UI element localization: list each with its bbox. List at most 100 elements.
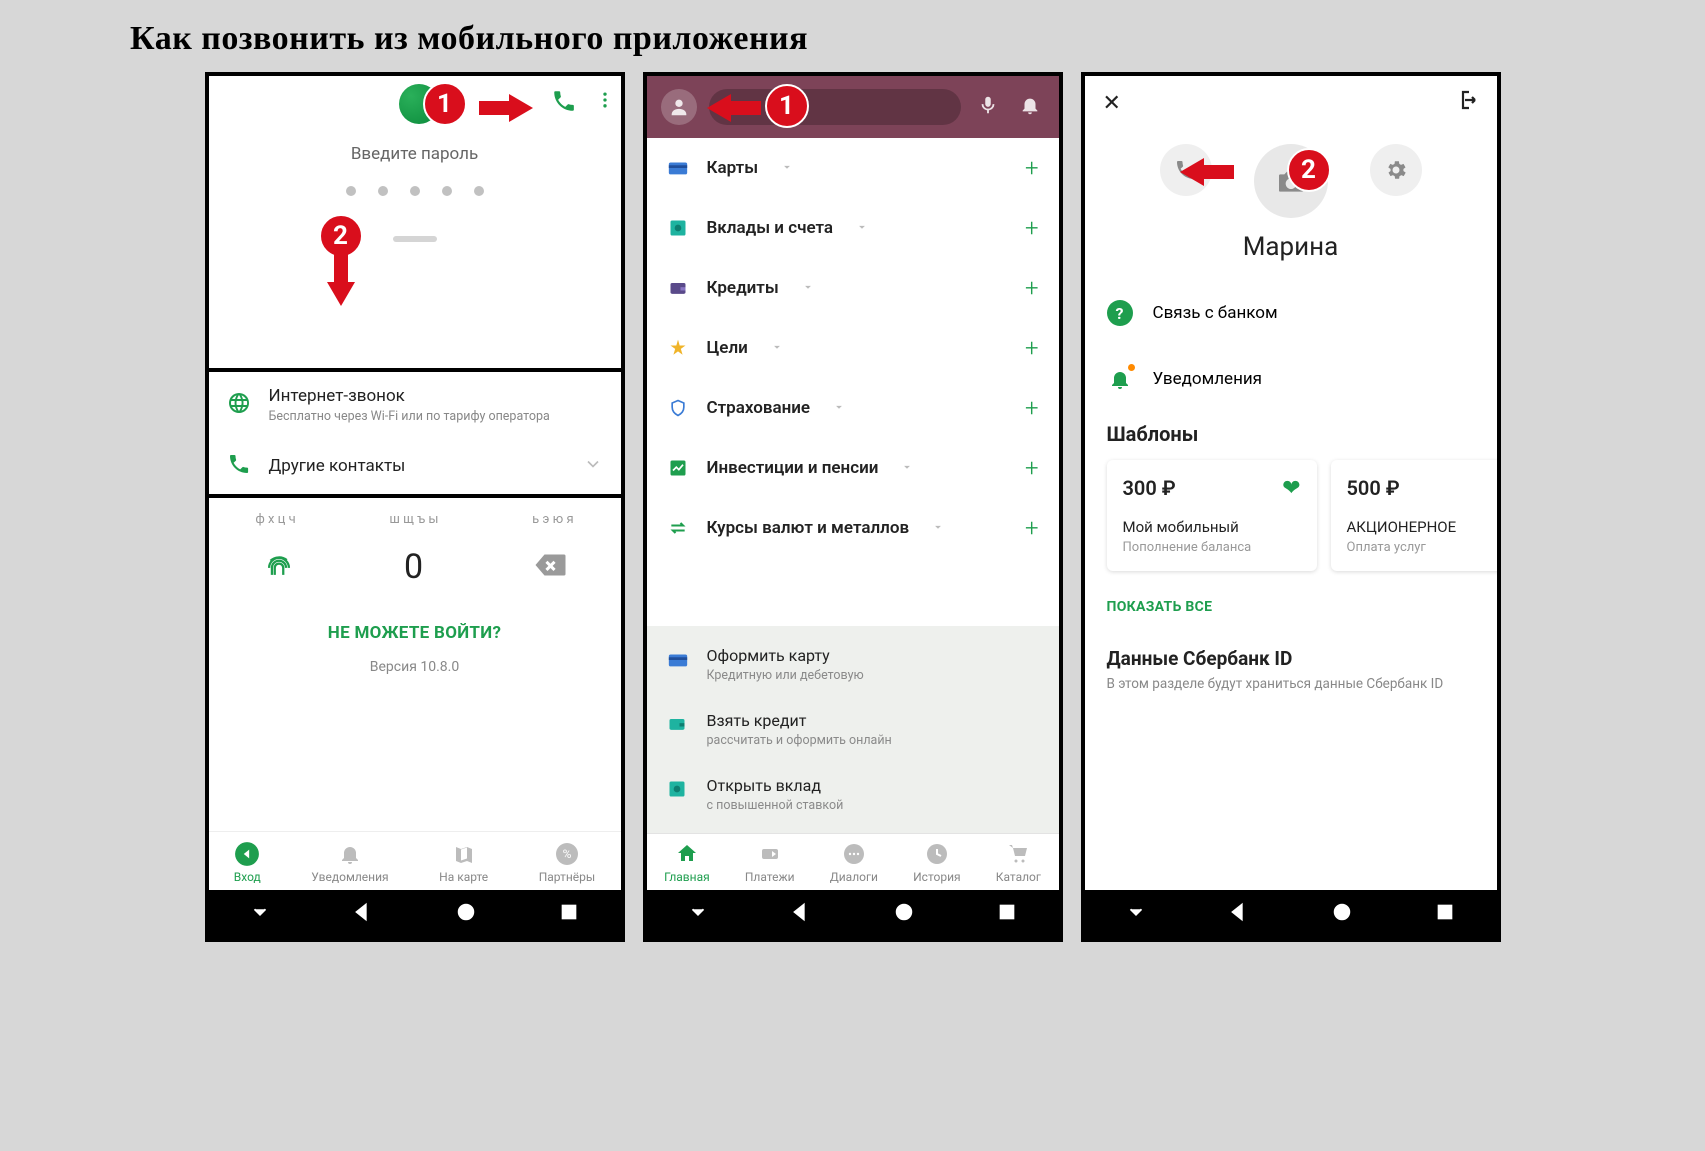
mic-icon[interactable] <box>973 90 1003 124</box>
annotation-badge-2: 2 <box>1287 148 1331 192</box>
offer-subtitle: рассчитать и оформить онлайн <box>707 733 892 748</box>
template-amount: 300 ₽ <box>1123 476 1301 500</box>
star-icon <box>667 338 689 358</box>
contact-bank-label: Связь с банком <box>1153 303 1278 323</box>
nav-back-icon[interactable] <box>352 901 374 927</box>
templates-heading: Шаблоны <box>1085 412 1497 456</box>
chevron-down-icon <box>931 519 945 538</box>
template-title: Мой мобильный <box>1123 518 1301 536</box>
section-cards[interactable]: Карты + <box>647 138 1059 198</box>
more-icon[interactable] <box>595 90 615 110</box>
chat-icon <box>842 842 866 866</box>
section-safe[interactable]: Вклады и счета + <box>647 198 1059 258</box>
notifications-row[interactable]: Уведомления <box>1085 346 1497 412</box>
fingerprint-icon[interactable] <box>262 548 296 586</box>
section-star[interactable]: Цели + <box>647 318 1059 378</box>
add-icon[interactable]: + <box>1025 274 1039 302</box>
section-label: Инвестиции и пенсии <box>707 458 879 478</box>
tab-notifications[interactable]: Уведомления <box>311 842 388 884</box>
nav-chevron-icon[interactable] <box>687 901 709 927</box>
section-swap[interactable]: Курсы валют и металлов + <box>647 498 1059 558</box>
other-contacts-label: Другие контакты <box>269 456 565 476</box>
internet-call-option[interactable]: Интернет-звонок Бесплатно через Wi-Fi ил… <box>209 372 621 438</box>
tab-on-map[interactable]: На карте <box>439 842 488 884</box>
heart-icon[interactable]: ❤ <box>1282 476 1300 501</box>
nav-home-icon[interactable] <box>1331 901 1353 927</box>
phone-icon[interactable] <box>551 88 577 114</box>
nav-back-icon[interactable] <box>790 901 812 927</box>
tab-home[interactable]: Главная <box>664 842 710 884</box>
template-subtitle: Оплата услуг <box>1347 540 1501 555</box>
tab-partners[interactable]: % Партнёры <box>539 842 595 884</box>
cart-icon <box>1006 842 1030 866</box>
annotation-arrow-left <box>707 94 731 122</box>
template-amount: 500 ₽ <box>1347 476 1501 500</box>
chevron-down-icon <box>855 219 869 238</box>
add-icon[interactable]: + <box>1025 454 1039 482</box>
keyboard-hint-row: ф х ц ч ш щ ъ ы ь э ю я <box>209 512 621 527</box>
screen-2-home: 1 Карты + Вклады и счета + Кредиты + Цел… <box>643 72 1063 942</box>
template-card[interactable]: ❤ 500 ₽ АКЦИОНЕРНОЕ Оплата услуг <box>1331 460 1501 571</box>
safe-icon <box>667 218 689 238</box>
bell-icon[interactable] <box>1015 90 1045 124</box>
sber-id-section[interactable]: Данные Сбербанк ID В этом разделе будут … <box>1085 625 1497 700</box>
sheet-handle[interactable] <box>393 236 437 242</box>
settings-action[interactable] <box>1370 144 1422 196</box>
offer-title: Взять кредит <box>707 711 892 730</box>
bell-icon <box>1107 366 1133 392</box>
add-icon[interactable]: + <box>1025 214 1039 242</box>
logout-icon[interactable] <box>1455 88 1479 118</box>
close-icon[interactable]: ✕ <box>1103 91 1121 116</box>
add-icon[interactable]: + <box>1025 154 1039 182</box>
cant-login-link[interactable]: НЕ МОЖЕТЕ ВОЙТИ? <box>209 623 621 643</box>
nav-recent-icon[interactable] <box>1434 901 1456 927</box>
section-chart[interactable]: Инвестиции и пенсии + <box>647 438 1059 498</box>
offer-subtitle: с повышенной ставкой <box>707 798 844 813</box>
phone-icon <box>227 452 251 480</box>
nav-back-icon[interactable] <box>1228 901 1250 927</box>
add-icon[interactable]: + <box>1025 394 1039 422</box>
show-all-link[interactable]: ПОКАЗАТЬ ВСЕ <box>1085 589 1497 625</box>
backspace-icon[interactable] <box>531 547 567 587</box>
nav-home-icon[interactable] <box>893 901 915 927</box>
tab-history[interactable]: История <box>913 842 960 884</box>
key-0[interactable]: 0 <box>404 547 423 587</box>
internet-call-subtitle: Бесплатно через Wi-Fi или по тарифу опер… <box>269 409 550 424</box>
nav-home-icon[interactable] <box>455 901 477 927</box>
tab-payments[interactable]: Платежи <box>745 842 795 884</box>
chart-icon <box>667 458 689 478</box>
profile-name: Марина <box>1085 232 1497 262</box>
tab-dialogs[interactable]: Диалоги <box>830 842 878 884</box>
tab-catalog[interactable]: Каталог <box>996 842 1041 884</box>
password-prompt: Введите пароль <box>209 144 621 164</box>
add-icon[interactable]: + <box>1025 514 1039 542</box>
tab-login[interactable]: Вход <box>234 842 261 884</box>
add-icon[interactable]: + <box>1025 334 1039 362</box>
section-wallet[interactable]: Кредиты + <box>647 258 1059 318</box>
annotation-badge-1: 1 <box>423 82 467 126</box>
template-subtitle: Пополнение баланса <box>1123 540 1301 555</box>
offer-row[interactable]: Взять кредит рассчитать и оформить онлай… <box>647 697 1059 762</box>
contact-bank-row[interactable]: ? Связь с банком <box>1085 280 1497 346</box>
home-icon <box>675 842 699 866</box>
templates-cards: ❤ 300 ₽ Мой мобильный Пополнение баланса… <box>1085 456 1497 589</box>
version-label: Версия 10.8.0 <box>209 659 621 675</box>
template-card[interactable]: ❤ 300 ₽ Мой мобильный Пополнение баланса <box>1107 460 1317 571</box>
chevron-down-icon <box>900 459 914 478</box>
nav-chevron-icon[interactable] <box>249 901 271 927</box>
map-icon <box>452 842 476 866</box>
nav-recent-icon[interactable] <box>996 901 1018 927</box>
other-contacts-option[interactable]: Другие контакты <box>209 438 621 494</box>
section-label: Курсы валют и металлов <box>707 518 910 538</box>
section-shield[interactable]: Страхование + <box>647 378 1059 438</box>
internet-call-title: Интернет-звонок <box>269 386 550 406</box>
profile-icon[interactable] <box>661 89 697 125</box>
offer-row[interactable]: Оформить карту Кредитную или дебетовую <box>647 632 1059 697</box>
offer-icon <box>667 714 689 738</box>
nav-recent-icon[interactable] <box>558 901 580 927</box>
bottom-tabs: Вход Уведомления На карте % Партнёры <box>209 831 621 890</box>
offer-row[interactable]: Открыть вклад с повышенной ставкой <box>647 762 1059 827</box>
wallet-icon <box>667 278 689 298</box>
nav-chevron-icon[interactable] <box>1125 901 1147 927</box>
section-label: Вклады и счета <box>707 218 834 238</box>
